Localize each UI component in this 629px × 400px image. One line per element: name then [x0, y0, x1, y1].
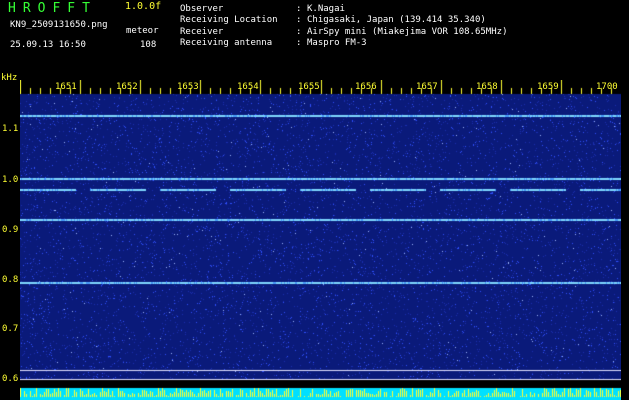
hrofft-window: HROFFT 1.0.0f KN9_2509131650.png 25.09.1…	[0, 0, 629, 400]
antenna-value: Maspro FM-3	[307, 38, 367, 48]
separator: :	[296, 27, 302, 37]
receiver-key: Receiver	[180, 27, 224, 37]
x-tick-label: 1651	[55, 82, 77, 92]
observer-key: Observer	[180, 4, 224, 14]
file-name: KN9_2509131650.png	[10, 20, 108, 30]
meteor-count: 108	[140, 40, 157, 50]
meteor-label: meteor	[126, 26, 159, 36]
x-tick-label: 1659	[537, 82, 559, 92]
x-tick-label: 1658	[476, 82, 498, 92]
location-value: Chigasaki, Japan (139.414 35.340)	[307, 15, 486, 25]
y-tick-label: 0.7	[2, 324, 19, 334]
y-axis-unit: kHz	[1, 73, 18, 83]
observer-value: K.Nagai	[307, 4, 345, 14]
location-key: Receiving Location	[180, 15, 278, 25]
x-tick-label: 1652	[116, 82, 138, 92]
antenna-key: Receiving antenna	[180, 38, 273, 48]
x-tick-label: 1655	[298, 82, 320, 92]
x-tick-label: 1654	[237, 82, 259, 92]
app-version: 1.0.0f	[125, 1, 162, 12]
capture-datetime: 25.09.13 16:50	[10, 40, 86, 50]
separator: :	[296, 38, 302, 48]
y-tick-label: 0.6	[2, 374, 19, 384]
separator: :	[296, 15, 302, 25]
y-tick-label: 0.8	[2, 275, 19, 285]
x-tick-label: 1653	[177, 82, 199, 92]
y-tick-label: 0.9	[2, 225, 19, 235]
x-tick-label: 1657	[416, 82, 438, 92]
x-tick-label: 1656	[355, 82, 377, 92]
spectrogram-waterfall	[20, 80, 621, 400]
receiver-value: AirSpy mini (Miakejima VOR 108.65MHz)	[307, 27, 508, 37]
x-tick-label: 1700	[596, 82, 618, 92]
y-tick-label: 1.0	[2, 175, 19, 185]
separator: :	[296, 4, 302, 14]
y-tick-label: 1.1	[2, 124, 19, 134]
app-logo: HROFFT	[8, 1, 97, 16]
